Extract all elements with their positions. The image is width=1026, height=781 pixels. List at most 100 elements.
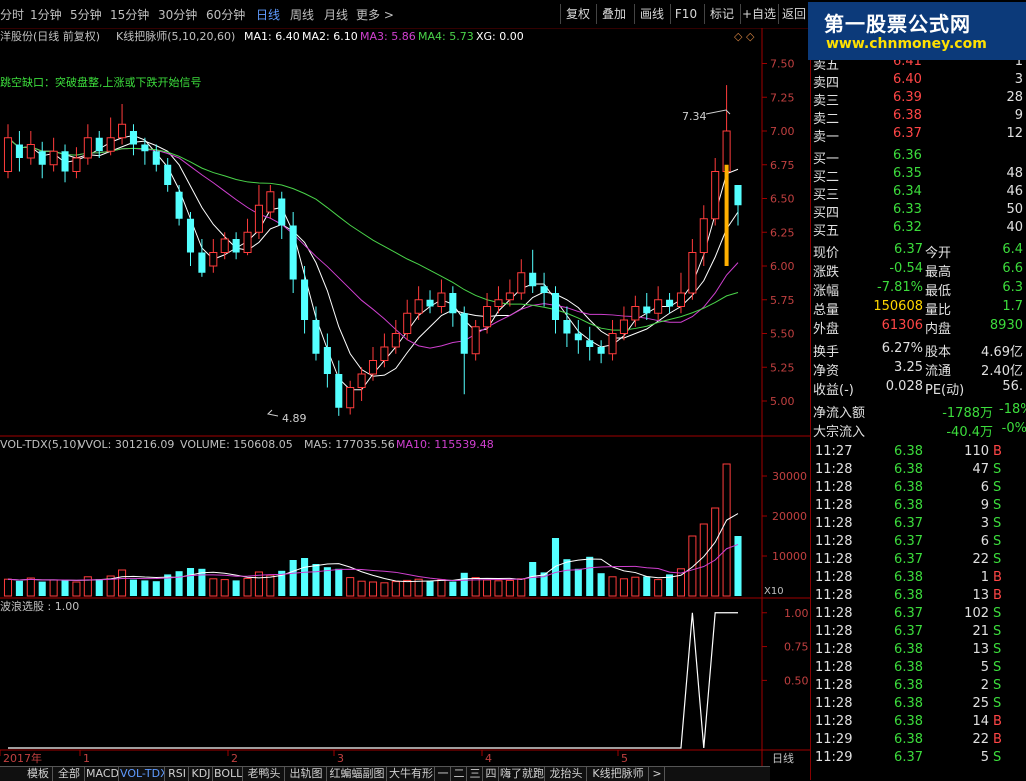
indicator-tab-18[interactable]: >	[650, 767, 665, 781]
indicator-tab-1[interactable]: 全部	[54, 767, 85, 781]
volume-bar	[368, 581, 378, 597]
tick-volume: 2	[980, 678, 989, 693]
stat-key: 净资	[813, 364, 840, 379]
indicator-tab-16[interactable]: 龙抬头	[546, 767, 587, 781]
bid-label: 买四	[813, 206, 840, 221]
candle-body	[688, 252, 697, 294]
tick-time: 11:28	[815, 498, 853, 513]
ask-label: 卖三	[813, 94, 840, 109]
period-tab-30min[interactable]: 30分钟	[158, 6, 197, 23]
fuquan-button[interactable]: 复权	[560, 4, 595, 24]
period-tab-1min[interactable]: 1分钟	[30, 6, 62, 23]
y-tick-label: 5.75	[770, 294, 795, 307]
volume-ma-line-1	[7, 513, 739, 583]
y-tick-label: 7.25	[770, 91, 795, 104]
stat-key: 现价	[813, 246, 840, 261]
indicator-tab-0[interactable]: 模板	[24, 767, 53, 781]
candle-body	[278, 198, 286, 226]
period-tab-15min[interactable]: 15分钟	[110, 6, 149, 23]
tick-volume: 25	[972, 696, 989, 711]
date-label: 4	[485, 752, 492, 765]
diamond-icon[interactable]: ◇ ◇	[734, 30, 755, 43]
volume-bar	[289, 560, 297, 596]
tick-side: S	[993, 678, 1002, 693]
f10-button[interactable]: F10	[670, 4, 701, 24]
y-tick-label: 7.50	[770, 58, 795, 71]
indicator-tab-6[interactable]: BOLL	[214, 767, 243, 781]
vol-y-tick-label: 30000	[772, 470, 807, 483]
chart-area[interactable]: 洋股份(日线 前复权) K线把脉师(5,10,20,60) MA1: 6.40 …	[0, 28, 810, 766]
tick-time: 11:28	[815, 696, 853, 711]
indicator-tab-12[interactable]: 二	[452, 767, 467, 781]
indicator-tab-5[interactable]: KDJ	[190, 767, 213, 781]
tick-price: 6.38	[894, 642, 923, 657]
y-tick-label: 5.25	[770, 361, 795, 374]
candle-body	[437, 292, 446, 307]
indicator-tab-15[interactable]: 嗨了就跑	[500, 767, 545, 781]
y-tick-label: 7.00	[770, 125, 795, 138]
date-label: 1	[83, 752, 90, 765]
period-tab-monthly[interactable]: 月线	[324, 6, 348, 23]
period-tab-5min[interactable]: 5分钟	[70, 6, 102, 23]
tick-time: 11:28	[815, 642, 853, 657]
tick-time: 11:28	[815, 516, 853, 531]
ask-volume: 3	[1014, 72, 1023, 87]
draw-line-button[interactable]: 画线	[634, 4, 669, 24]
indicator-tab-2[interactable]: MACD	[86, 767, 119, 781]
tick-price: 6.38	[894, 444, 923, 459]
tick-volume: 1	[980, 570, 989, 585]
indicator-tab-13[interactable]: 三	[468, 767, 483, 781]
ma3-label: MA3: 5.86	[360, 30, 416, 43]
ask-volume: 9	[1014, 108, 1023, 123]
tick-side: S	[993, 498, 1002, 513]
tick-side: B	[993, 588, 1002, 603]
wave-indicator-line	[8, 612, 738, 749]
back-button[interactable]: 返回	[778, 4, 809, 24]
volume-bar	[563, 559, 571, 596]
mark-button[interactable]: 标记	[704, 4, 739, 24]
indicator-tab-4[interactable]: RSI	[166, 767, 189, 781]
stat-key: PE(动)	[925, 383, 965, 398]
tick-price: 6.38	[894, 570, 923, 585]
candle-body	[289, 225, 297, 280]
volume-bar	[460, 572, 468, 596]
period-tab-intraday[interactable]: 分时	[0, 6, 24, 23]
period-tab-more[interactable]: 更多 >	[356, 6, 394, 23]
indicator-tab-8[interactable]: 出轨图	[286, 767, 327, 781]
watermark-title: 第一股票公式网	[824, 12, 971, 36]
indicator-tab-3[interactable]: VOL-TDX	[120, 767, 165, 781]
ask-price: 6.39	[893, 90, 922, 105]
period-tab-weekly[interactable]: 周线	[290, 6, 314, 23]
ma2-label: MA2: 6.10	[302, 30, 358, 43]
indicator-tab-10[interactable]: 大牛有形	[388, 767, 435, 781]
stat-key: 总量	[813, 303, 840, 318]
tick-side: S	[993, 660, 1002, 675]
bid-price: 6.32	[893, 220, 922, 235]
indicator-tab-17[interactable]: K线把脉师	[588, 767, 649, 781]
volume-bar	[72, 581, 81, 597]
tick-price: 6.37	[894, 534, 923, 549]
indicator-tab-7[interactable]: 老鸭头	[244, 767, 285, 781]
indicator-tab-9[interactable]: 红蝙蝠副图	[328, 767, 387, 781]
ask-price: 6.37	[893, 126, 922, 141]
tick-side: S	[993, 696, 1002, 711]
signal-bar	[724, 164, 729, 266]
volume-bar	[688, 535, 697, 597]
bid-price: 6.34	[893, 184, 922, 199]
candle-body	[426, 299, 434, 307]
period-tab-daily[interactable]: 日线	[256, 6, 280, 23]
candle-body	[711, 171, 720, 220]
tick-volume: 6	[980, 534, 989, 549]
indicator-tab-14[interactable]: 四	[484, 767, 499, 781]
wave-y-tick-label: 1.00	[784, 607, 809, 620]
stat-key: 收益(-)	[813, 383, 854, 398]
overlay-button[interactable]: 叠加	[596, 4, 631, 24]
volume-y-axis: 30000 20000 10000	[762, 470, 807, 563]
add-watchlist-button[interactable]: +自选	[740, 4, 777, 24]
tick-time: 11:28	[815, 534, 853, 549]
volume-bar	[95, 579, 103, 596]
period-tab-60min[interactable]: 60分钟	[206, 6, 245, 23]
volume-bar	[118, 569, 127, 597]
indicator-tab-11[interactable]: 一	[436, 767, 451, 781]
volume-bar	[654, 579, 663, 597]
